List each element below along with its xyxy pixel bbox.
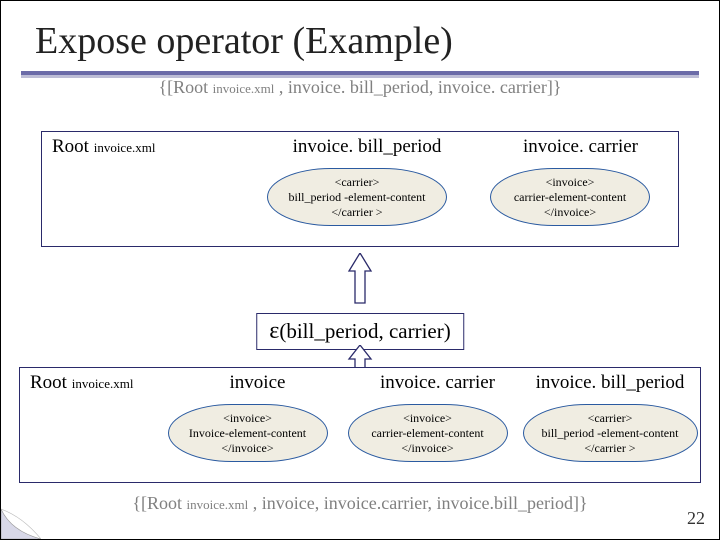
bubble-line: </invoice> [359,441,497,456]
bot-hdr-bill-period: invoice. bill_period [530,372,690,394]
bubble-line: <invoice> [501,175,639,190]
arrow-up-top [345,253,375,307]
top-bubbles-row: <carrier> bill_period -element-content <… [42,168,678,226]
bottom-headers-row: Root invoice.xml invoice invoice. carrie… [20,368,700,396]
bubble-line: </carrier > [534,441,687,456]
top-stage-box: Root invoice.xml invoice. bill_period in… [41,131,679,247]
epsilon-symbol: ε [269,318,279,344]
bubble-line: Invoice-element-content [179,426,317,441]
bottom-set-open: {[Root [132,493,186,513]
bottom-set-label: {[Root invoice.xml , invoice, invoice.ca… [1,493,719,514]
bubble-line: <invoice> [179,411,317,426]
top-hdr-root-sub: invoice.xml [94,140,156,155]
bubble-line: <carrier> [534,411,687,426]
title-underline [21,71,699,75]
top-bubble-bill-period: <carrier> bill_period -element-content <… [267,168,447,226]
bubble-line: </invoice> [179,441,317,456]
bubble-line: </invoice> [501,205,639,220]
bubble-line: <invoice> [359,411,497,426]
bot-bubble-bill-period: <carrier> bill_period -element-content <… [523,404,698,462]
top-set-rest: , invoice. bill_period, invoice. carrier… [274,77,561,97]
top-hdr-bill-period: invoice. bill_period [252,136,482,158]
top-set-root-sub: invoice.xml [213,81,275,96]
bot-bubble-carrier: <invoice> carrier-element-content </invo… [348,404,508,462]
bubble-line: bill_period -element-content [278,190,436,205]
bot-hdr-carrier: invoice. carrier [345,372,530,394]
bot-hdr-root-prefix: Root [30,372,72,393]
page-number: 22 [687,508,705,529]
top-hdr-root: Root invoice.xml [52,136,252,158]
bubble-line: </carrier > [278,205,436,220]
slide-title: Expose operator (Example) [1,1,719,67]
bubble-line: <carrier> [278,175,436,190]
bottom-bubbles-row: <invoice> Invoice-element-content </invo… [20,404,700,462]
bot-hdr-root-sub: invoice.xml [72,376,134,391]
bot-bubble-invoice: <invoice> Invoice-element-content </invo… [168,404,328,462]
top-set-label: {[Root invoice.xml , invoice. bill_perio… [1,77,719,98]
top-hdr-carrier: invoice. carrier [482,136,668,158]
top-headers-row: Root invoice.xml invoice. bill_period in… [42,132,678,160]
bot-hdr-root: Root invoice.xml [30,372,170,394]
top-hdr-root-prefix: Root [52,136,94,157]
top-bubble-carrier: <invoice> carrier-element-content </invo… [490,168,650,226]
operator-args: (bill_period, carrier) [279,319,450,343]
bottom-set-root-sub: invoice.xml [187,497,249,512]
bottom-stage-box: Root invoice.xml invoice invoice. carrie… [19,367,701,483]
bot-hdr-invoice: invoice [170,372,345,394]
bottom-set-rest: , invoice, invoice.carrier, invoice.bill… [248,493,587,513]
top-set-open: {[Root [159,77,213,97]
bubble-line: bill_period -element-content [534,426,687,441]
bubble-line: carrier-element-content [359,426,497,441]
bubble-line: carrier-element-content [501,190,639,205]
page-curl-icon [1,499,41,539]
